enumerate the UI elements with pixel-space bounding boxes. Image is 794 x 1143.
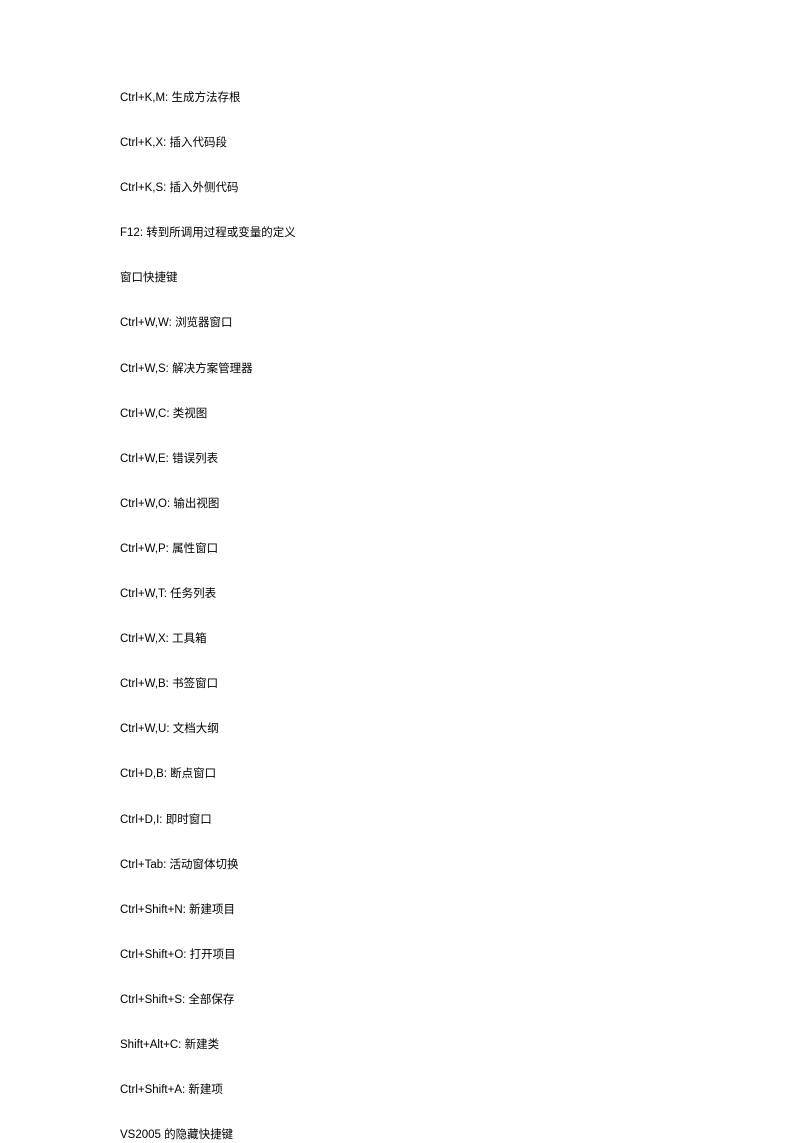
shortcut-line: Ctrl+Shift+A: 新建项 <box>120 1082 674 1098</box>
shortcut-key: F12: <box>120 227 143 239</box>
shortcut-key: Ctrl+K,X: <box>120 137 166 149</box>
shortcut-key: Shift+Alt+C: <box>120 1039 181 1051</box>
shortcut-line: Shift+Alt+C: 新建类 <box>120 1037 674 1053</box>
shortcut-description: 转到所调用过程或变量的定义 <box>146 227 296 239</box>
shortcut-description: 文档大纲 <box>173 723 219 735</box>
shortcut-description: 新建项目 <box>189 904 235 916</box>
shortcut-key: Ctrl+W,B: <box>120 678 169 690</box>
shortcut-description: 属性窗口 <box>172 543 218 555</box>
shortcut-line: Ctrl+W,O: 输出视图 <box>120 496 674 512</box>
shortcut-description: 输出视图 <box>173 498 219 510</box>
shortcut-description: 插入代码段 <box>170 137 228 149</box>
document-content: Ctrl+K,M: 生成方法存根 Ctrl+K,X: 插入代码段 Ctrl+K,S:… <box>120 90 674 1143</box>
shortcut-description: 书签窗口 <box>172 678 218 690</box>
shortcut-key: Ctrl+Shift+S: <box>120 994 185 1006</box>
shortcut-description: 即时窗口 <box>166 814 212 826</box>
shortcut-key: Ctrl+W,U: <box>120 723 170 735</box>
shortcut-line: Ctrl+D,I: 即时窗口 <box>120 812 674 828</box>
shortcut-line: Ctrl+K,X: 插入代码段 <box>120 135 674 151</box>
shortcut-key: Ctrl+D,I: <box>120 814 163 826</box>
shortcut-line: Ctrl+W,W: 浏览器窗口 <box>120 315 674 331</box>
shortcut-line: Ctrl+Shift+O: 打开项目 <box>120 947 674 963</box>
shortcut-line: Ctrl+W,P: 属性窗口 <box>120 541 674 557</box>
shortcut-line: Ctrl+K,M: 生成方法存根 <box>120 90 674 106</box>
shortcut-key: Ctrl+W,O: <box>120 498 170 510</box>
shortcut-key: Ctrl+K,M: <box>120 92 168 104</box>
shortcut-key: Ctrl+Tab: <box>120 859 166 871</box>
shortcut-line: Ctrl+K,S: 插入外侧代码 <box>120 180 674 196</box>
shortcut-description: 打开项目 <box>190 949 236 961</box>
shortcut-line: Ctrl+Shift+S: 全部保存 <box>120 992 674 1008</box>
shortcut-line: Ctrl+W,C: 类视图 <box>120 406 674 422</box>
shortcut-description: 工具箱 <box>172 633 207 645</box>
shortcut-description: 生成方法存根 <box>171 92 240 104</box>
shortcut-description: 活动窗体切换 <box>170 859 239 871</box>
shortcut-description: 新建类 <box>185 1039 220 1051</box>
shortcut-key: Ctrl+Shift+A: <box>120 1084 185 1096</box>
shortcut-description: 浏览器窗口 <box>175 317 233 329</box>
shortcut-line: Ctrl+D,B: 断点窗口 <box>120 766 674 782</box>
shortcut-key: Ctrl+W,S: <box>120 363 169 375</box>
shortcut-line: Ctrl+W,X: 工具箱 <box>120 631 674 647</box>
shortcut-line: F12: 转到所调用过程或变量的定义 <box>120 225 674 241</box>
shortcut-line: Ctrl+W,U: 文档大纲 <box>120 721 674 737</box>
shortcut-description: 类视图 <box>173 408 208 420</box>
shortcut-line: Ctrl+Shift+N: 新建项目 <box>120 902 674 918</box>
shortcut-key: Ctrl+Shift+N: <box>120 904 186 916</box>
shortcut-description: 窗口快捷键 <box>120 272 178 284</box>
shortcut-key: Ctrl+W,X: <box>120 633 169 645</box>
shortcut-line: VS2005 的隐藏快捷键 <box>120 1127 674 1143</box>
shortcut-description: VS2005 的隐藏快捷键 <box>120 1129 233 1141</box>
shortcut-description: 错误列表 <box>172 453 218 465</box>
shortcut-line: Ctrl+W,S: 解决方案管理器 <box>120 361 674 377</box>
shortcut-key: Ctrl+K,S: <box>120 182 166 194</box>
shortcut-description: 插入外侧代码 <box>170 182 239 194</box>
shortcut-key: Ctrl+Shift+O: <box>120 949 186 961</box>
shortcut-description: 全部保存 <box>188 994 234 1006</box>
shortcut-key: Ctrl+W,E: <box>120 453 169 465</box>
shortcut-description: 解决方案管理器 <box>172 363 253 375</box>
shortcut-description: 任务列表 <box>170 588 216 600</box>
shortcut-key: Ctrl+D,B: <box>120 768 167 780</box>
shortcut-line: 窗口快捷键 <box>120 270 674 286</box>
shortcut-line: Ctrl+W,T: 任务列表 <box>120 586 674 602</box>
shortcut-key: Ctrl+W,W: <box>120 317 172 329</box>
shortcut-key: Ctrl+W,P: <box>120 543 169 555</box>
shortcut-key: Ctrl+W,C: <box>120 408 170 420</box>
shortcut-line: Ctrl+Tab: 活动窗体切换 <box>120 857 674 873</box>
shortcut-key: Ctrl+W,T: <box>120 588 167 600</box>
shortcut-line: Ctrl+W,E: 错误列表 <box>120 451 674 467</box>
shortcut-line: Ctrl+W,B: 书签窗口 <box>120 676 674 692</box>
shortcut-description: 新建项 <box>188 1084 223 1096</box>
shortcut-description: 断点窗口 <box>170 768 216 780</box>
